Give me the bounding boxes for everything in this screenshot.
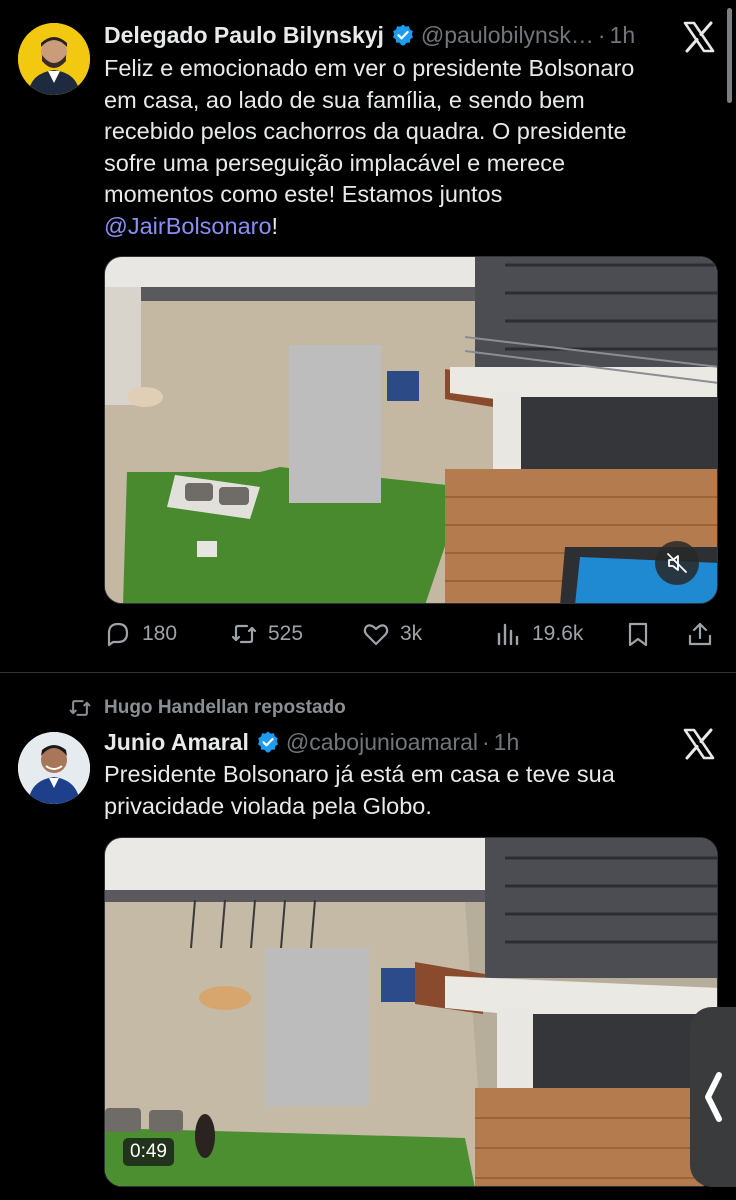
tweet-2[interactable]: Hugo Handellan repostado Junio Amaral @c… <box>0 675 736 1200</box>
like-count: 3k <box>400 622 423 645</box>
x-logo-icon <box>683 728 715 760</box>
timestamp[interactable]: 1h <box>610 22 636 49</box>
reply-count: 180 <box>142 622 178 645</box>
share-button[interactable] <box>686 616 724 652</box>
bookmark-button[interactable] <box>624 616 662 652</box>
verified-badge-icon <box>257 731 278 753</box>
text-line: recebido pelos cachorros da quadra. O pr… <box>104 118 627 144</box>
video-player[interactable]: 0:49 <box>104 837 718 1187</box>
repost-label: Hugo Handellan repostado <box>104 697 346 718</box>
chevron-left-icon <box>705 1072 722 1122</box>
handle[interactable]: @paulobilynsk… <box>421 22 594 49</box>
text-line: momentos como este! Estamos juntos <box>104 181 503 207</box>
tweet-actions: 180 525 3k 19.6k <box>104 616 718 652</box>
video-frame <box>105 257 717 603</box>
tweet-header: Delegado Paulo Bilynskyj @paulobilynsk… … <box>104 18 666 52</box>
repost-icon <box>69 700 91 716</box>
avatar[interactable] <box>18 732 90 804</box>
video-player[interactable] <box>104 256 718 604</box>
x-logo-icon <box>683 21 715 53</box>
tweet-text: Presidente Bolsonaro já está em casa e t… <box>104 759 704 822</box>
text-line: privacidade violada pela Globo. <box>104 792 432 819</box>
repost-count: 525 <box>268 622 304 645</box>
display-name[interactable]: Delegado Paulo Bilynskyj <box>104 22 384 49</box>
tweet-header: Junio Amaral @cabojunioamaral · 1h <box>104 725 666 759</box>
repost-icon <box>231 624 257 644</box>
repost-button[interactable]: 525 <box>230 616 303 652</box>
muted-speaker-icon <box>667 553 687 573</box>
like-button[interactable]: 3k <box>362 616 422 652</box>
text-line: Presidente Bolsonaro já está em casa e t… <box>104 761 615 787</box>
heart-icon <box>363 624 389 646</box>
repost-indicator[interactable]: Hugo Handellan repostado <box>68 695 346 721</box>
timestamp[interactable]: 1h <box>494 729 520 756</box>
handle[interactable]: @cabojunioamaral <box>286 729 478 756</box>
separator-dot: · <box>597 21 606 48</box>
verified-badge-icon <box>392 24 413 46</box>
reply-button[interactable]: 180 <box>104 616 177 652</box>
bookmark-icon <box>628 622 648 647</box>
side-panel-handle[interactable] <box>690 1007 736 1187</box>
mute-button[interactable] <box>655 541 699 585</box>
video-frame <box>105 838 717 1186</box>
mention-link[interactable]: @JairBolsonaro <box>104 213 272 239</box>
text-line: Feliz e emocionado em ver o presidente B… <box>104 55 635 81</box>
text-line: @JairBolsonaro! <box>104 211 704 243</box>
tweet-divider <box>0 672 736 673</box>
reply-icon <box>107 622 129 647</box>
tweet-text: Feliz e emocionado em ver o presidente B… <box>104 53 704 242</box>
tweet-1[interactable]: Delegado Paulo Bilynskyj @paulobilynsk… … <box>0 0 736 672</box>
views-button[interactable]: 19.6k <box>494 616 583 652</box>
video-duration: 0:49 <box>123 1138 174 1166</box>
avatar[interactable] <box>18 23 90 95</box>
views-count: 19.6k <box>532 622 584 645</box>
text-line: sofre uma perseguição implacável e merec… <box>104 149 566 176</box>
mention-suffix: ! <box>271 212 279 239</box>
separator-dot: · <box>481 728 490 755</box>
views-icon <box>497 623 519 646</box>
share-icon <box>688 622 712 646</box>
text-line: em casa, ao lado de sua família, e sendo… <box>104 86 585 113</box>
display-name[interactable]: Junio Amaral <box>104 729 249 756</box>
